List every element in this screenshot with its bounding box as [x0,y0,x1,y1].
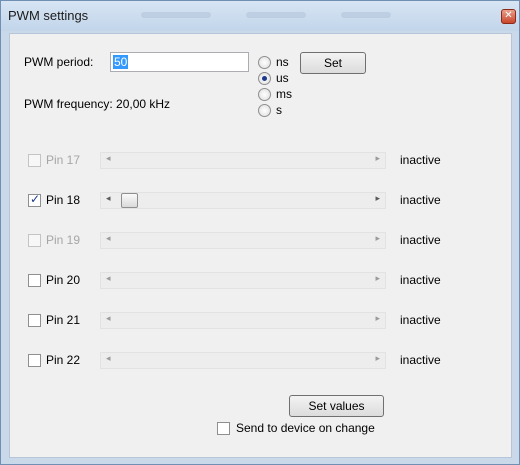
title-bar[interactable]: PWM settings ✕ [1,1,519,31]
title-bar-blur [141,12,211,18]
pin-checkbox[interactable] [28,274,41,287]
pin-label: Pin 20 [46,273,81,287]
slider-thumb[interactable] [121,193,138,208]
slider-right-arrow-icon[interactable]: ▸ [375,314,380,324]
close-button[interactable]: ✕ [501,9,516,24]
send-on-change-label: Send to device on change [236,421,375,435]
set-period-button[interactable]: Set [300,52,366,74]
pin-slider[interactable]: ◂ ▸ [100,312,386,329]
pwm-period-input[interactable]: 50 [110,52,249,72]
slider-left-arrow-icon[interactable]: ◂ [106,314,111,324]
slider-left-arrow-icon[interactable]: ◂ [106,154,111,164]
unit-radio-s[interactable] [258,104,271,117]
pin-slider[interactable]: ◂ ▸ [100,272,386,289]
pin-checkbox[interactable] [28,154,41,167]
slider-left-arrow-icon[interactable]: ◂ [106,234,111,244]
set-values-button[interactable]: Set values [289,395,384,417]
pin-status: inactive [400,273,441,287]
slider-right-arrow-icon[interactable]: ▸ [375,354,380,364]
pwm-frequency-text: PWM frequency: 20,00 kHz [24,97,171,111]
unit-label-s: s [276,103,282,117]
slider-right-arrow-icon[interactable]: ▸ [375,194,380,204]
slider-right-arrow-icon[interactable]: ▸ [375,154,380,164]
unit-radio-us[interactable] [258,72,271,85]
slider-right-arrow-icon[interactable]: ▸ [375,274,380,284]
slider-left-arrow-icon[interactable]: ◂ [106,194,111,204]
pin-slider[interactable]: ◂ ▸ [100,232,386,249]
pin-status: inactive [400,153,441,167]
pin-label: Pin 19 [46,233,81,247]
send-on-change-checkbox[interactable] [217,422,230,435]
pin-slider[interactable]: ◂ ▸ [100,192,386,209]
pin-checkbox[interactable] [28,234,41,247]
slider-left-arrow-icon[interactable]: ◂ [106,354,111,364]
unit-label-ms: ms [276,87,292,101]
title-bar-blur [246,12,306,18]
pin-slider[interactable]: ◂ ▸ [100,152,386,169]
pin-label: Pin 21 [46,313,81,327]
unit-label-us: us [276,71,289,85]
pin-checkbox[interactable] [28,314,41,327]
title-bar-blur [341,12,391,18]
unit-label-ns: ns [276,55,289,69]
pin-status: inactive [400,233,441,247]
radio-selected-dot [262,76,267,81]
unit-radio-ns[interactable] [258,56,271,69]
dialog-client-area: PWM period: 50 ns us ms s Set PWM frequency… [9,33,512,458]
pin-status: inactive [400,193,441,207]
pin-status: inactive [400,353,441,367]
pin-checkbox[interactable] [28,354,41,367]
pin-label: Pin 17 [46,153,81,167]
unit-radio-ms[interactable] [258,88,271,101]
pin-label: Pin 22 [46,353,81,367]
close-icon: ✕ [504,10,513,21]
pin-checkbox[interactable]: ✓ [28,192,41,207]
pwm-period-value: 50 [113,55,129,69]
pwm-period-label: PWM period: [24,55,94,69]
pin-status: inactive [400,313,441,327]
window-title: PWM settings [8,8,89,23]
checkmark-icon: ✓ [30,192,41,206]
slider-right-arrow-icon[interactable]: ▸ [375,234,380,244]
slider-left-arrow-icon[interactable]: ◂ [106,274,111,284]
pin-slider[interactable]: ◂ ▸ [100,352,386,369]
pwm-settings-window: PWM settings ✕ PWM period: 50 ns us ms s Se… [0,0,520,465]
pin-label: Pin 18 [46,193,81,207]
